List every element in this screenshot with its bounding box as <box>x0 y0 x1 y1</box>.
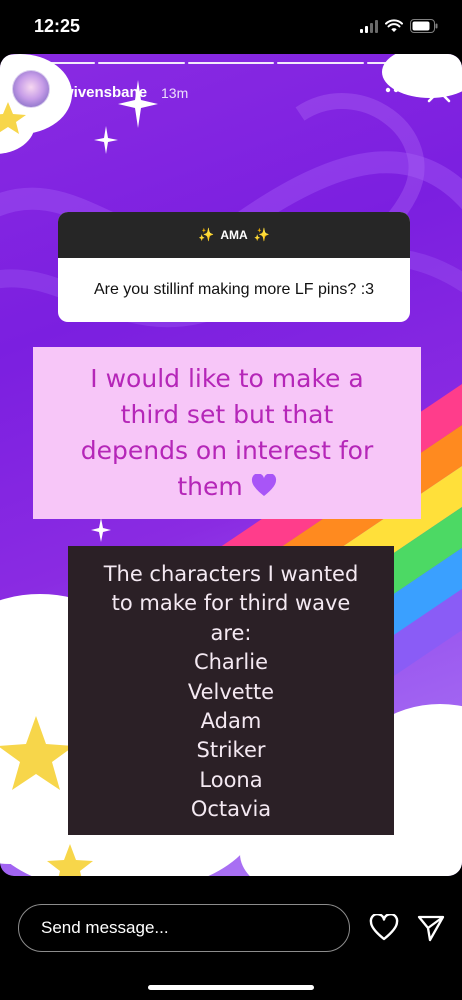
sparkle-icon: ✨ <box>253 227 270 242</box>
answer-line: them <box>177 472 243 501</box>
list-item: Octavia <box>190 797 272 822</box>
list-item: Adam <box>200 709 262 734</box>
question-sticker-title: AMA <box>220 228 248 242</box>
home-indicator <box>148 985 314 990</box>
status-icons <box>360 19 438 33</box>
send-icon[interactable] <box>416 913 446 943</box>
send-message-input[interactable]: Send message... <box>18 904 350 952</box>
answer-text-box: I would like to make a third set but tha… <box>33 347 421 519</box>
username[interactable]: wivensbane <box>62 84 147 101</box>
answer-line: depends on interest for <box>80 436 374 465</box>
question-text: Are you stillinf making more LF pins? :3 <box>93 281 375 298</box>
story-progress-bar <box>8 62 454 64</box>
purple-heart-icon <box>251 472 277 508</box>
list-item: Striker <box>196 738 266 763</box>
sparkle-icon: ✨ <box>198 227 215 242</box>
answer-line-last: them <box>33 469 421 508</box>
status-bar: 12:25 <box>0 0 462 54</box>
list-line: to make for third wave <box>111 591 351 616</box>
answer-line: I would like to make a <box>90 364 364 393</box>
battery-icon <box>410 19 438 33</box>
more-horizontal-icon[interactable] <box>384 80 408 100</box>
question-sticker-header: ✨ AMA ✨ <box>58 212 410 258</box>
signal-icon <box>360 19 378 33</box>
answer-line: third set but that <box>120 400 334 429</box>
heart-icon[interactable] <box>369 914 399 942</box>
list-item: Velvette <box>187 679 275 704</box>
characters-text-box: The characters I wanted to make for thir… <box>68 546 394 835</box>
close-icon[interactable] <box>426 78 452 104</box>
avatar[interactable] <box>12 70 50 108</box>
story-viewer[interactable]: wivensbane 13m ✨ AMA ✨ Are you stillinf … <box>0 54 462 876</box>
wifi-icon <box>385 19 403 32</box>
status-time: 12:25 <box>34 16 81 36</box>
question-sticker[interactable]: ✨ AMA ✨ Are you stillinf making more LF … <box>58 212 410 322</box>
list-line: The characters I wanted <box>103 562 359 586</box>
story-timestamp: 13m <box>161 85 189 101</box>
story-header: wivensbane 13m <box>0 70 462 116</box>
list-item: Loona <box>199 767 263 792</box>
list-item: Charlie <box>193 650 269 675</box>
list-line: are: <box>210 620 252 645</box>
